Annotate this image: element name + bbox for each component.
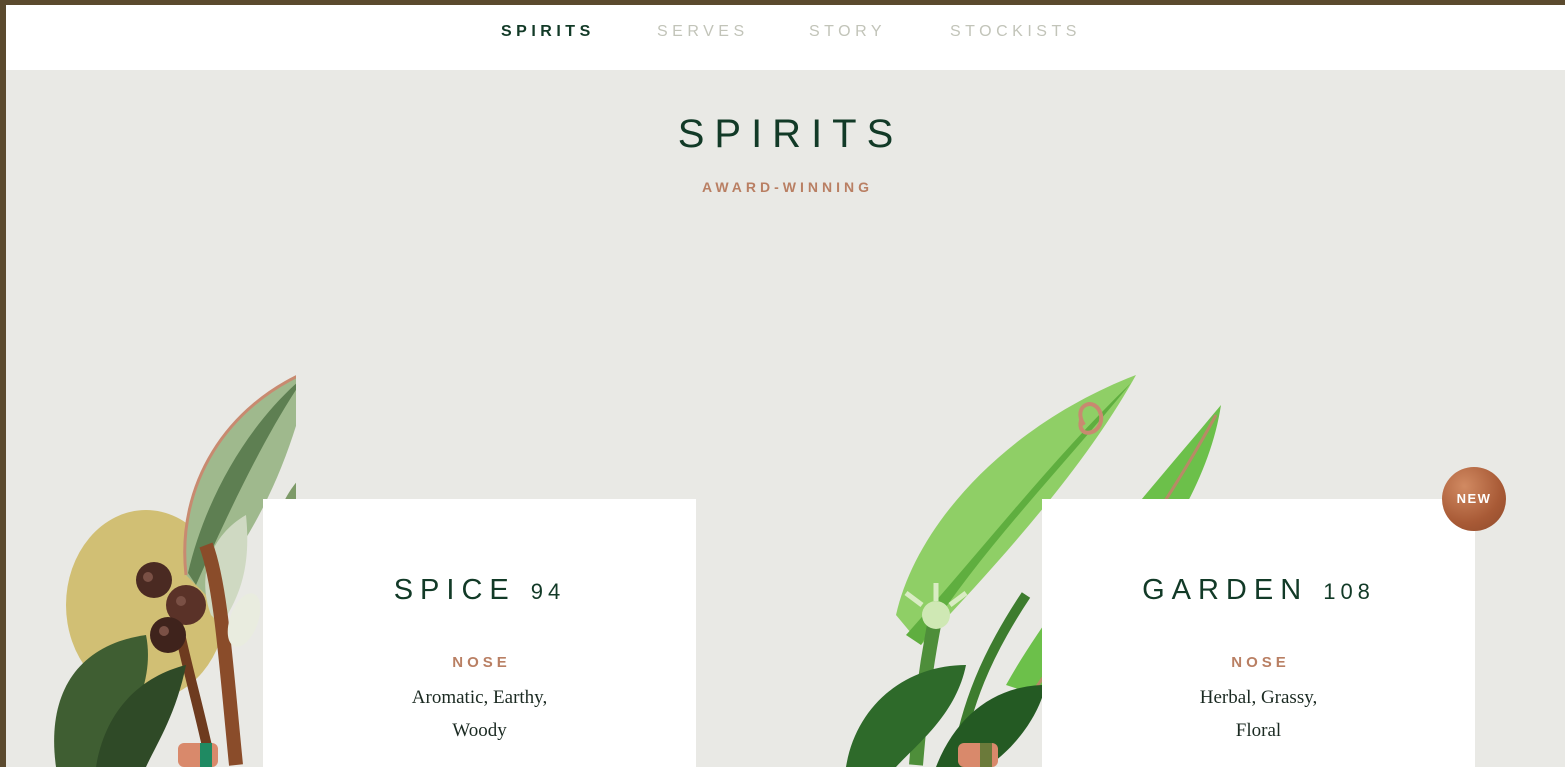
product-card-spice[interactable]: SPICE 94 NOSE Aromatic, Earthy, Woody — [263, 499, 696, 767]
product-name: SPICE — [393, 574, 516, 606]
product-title: SPICE 94 — [263, 574, 696, 607]
nose-description: Herbal, Grassy, Floral — [1042, 681, 1475, 747]
new-badge: NEW — [1442, 467, 1506, 531]
product-name: GARDEN — [1142, 574, 1309, 606]
nose-description-line-2: Floral — [1235, 720, 1282, 741]
nav-item-serves[interactable]: SERVES — [657, 23, 749, 41]
nav-item-story[interactable]: STORY — [809, 23, 886, 41]
nose-description-line-2: Woody — [452, 720, 507, 741]
product-card-garden[interactable]: GARDEN 108 NOSE Herbal, Grassy, Floral — [1042, 499, 1475, 767]
nose-label: NOSE — [1231, 654, 1290, 671]
product-number: 94 — [530, 579, 566, 604]
product-title: GARDEN 108 — [1042, 574, 1475, 607]
spice-botanical-illustration — [54, 375, 296, 767]
nose-description-line-1: Aromatic, Earthy, — [411, 687, 548, 708]
page-frame: SPIRITS SERVES STORY STOCKISTS SPIRITS A… — [6, 5, 1565, 767]
nose-description-line-1: Herbal, Grassy, — [1199, 687, 1318, 708]
nav-item-spirits[interactable]: SPIRITS — [501, 23, 595, 41]
nav-item-stockists[interactable]: STOCKISTS — [950, 23, 1081, 41]
top-nav: SPIRITS SERVES STORY STOCKISTS — [6, 5, 1565, 70]
nose-description: Aromatic, Earthy, Woody — [263, 681, 696, 747]
page-subtitle: AWARD-WINNING — [702, 179, 873, 195]
page-title: SPIRITS — [677, 112, 904, 156]
nose-label: NOSE — [452, 654, 511, 671]
product-number: 108 — [1323, 579, 1375, 604]
